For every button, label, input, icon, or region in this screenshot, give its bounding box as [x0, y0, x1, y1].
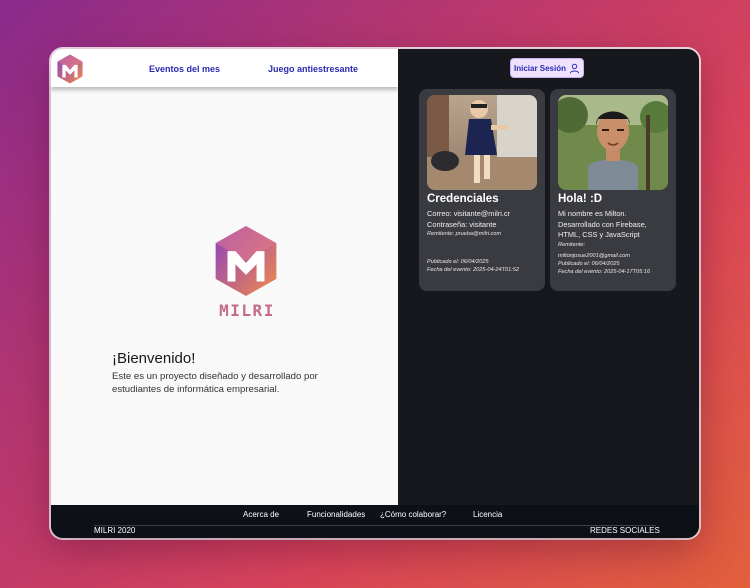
event-card[interactable]: Credenciales Correo: visitante@milri.cr … [419, 89, 545, 291]
nav-link-juego[interactable]: Juego antiestresante [268, 64, 358, 74]
right-panel: Iniciar Sesión Credenciales Correo: visi… [398, 49, 699, 505]
footer-copyright: MILRI 2020 [94, 526, 136, 535]
card-sender: miltonjosue2001@gmail.com [558, 252, 630, 259]
card-line: Contraseña: visitante [427, 219, 497, 229]
card-event-date: Fecha del evento: 2025-04-24T01:52 [427, 267, 520, 274]
welcome-title: ¡Bienvenido! [112, 350, 196, 367]
event-card-body: Mi nombre es Milton. Desarrollado con Fi… [558, 209, 672, 276]
card-line: HTML, CSS y JavaScript [558, 230, 640, 240]
brand-name: MILRI [219, 301, 275, 320]
card-published: Publicado el: 06/04/2025 [427, 259, 489, 266]
footer: Acerca de Funcionalidades ¿Cómo colabora… [51, 505, 699, 538]
app-window: Eventos del mes Juego antiestresante MIL… [51, 49, 699, 538]
nav-link-eventos[interactable]: Eventos del mes [149, 64, 220, 74]
card-published: Publicado el: 06/04/2025 [558, 260, 620, 267]
card-sender: Remitente: prueba@milri.com [427, 231, 502, 238]
event-card-photo [558, 95, 668, 190]
top-navbar: Eventos del mes Juego antiestresante [51, 49, 398, 87]
event-card-photo [427, 95, 537, 190]
card-line: Desarrollado con Firebase, [558, 219, 647, 229]
user-icon [569, 63, 580, 73]
event-card-title: Credenciales [427, 193, 499, 205]
welcome-text: Este es un proyecto diseñado y desarroll… [112, 371, 318, 395]
footer-social[interactable]: REDES SOCIALES [590, 526, 660, 535]
footer-link-funcionalidades[interactable]: Funcionalidades [307, 510, 365, 519]
event-card[interactable]: Hola! :D Mi nombre es Milton. Desarrolla… [550, 89, 676, 291]
card-event-date: Fecha del evento: 2025-04-17T05:16 [558, 268, 651, 275]
login-label: Iniciar Sesión [513, 63, 567, 73]
event-card-title: Hola! :D [558, 193, 603, 205]
milri-hero-logo [215, 226, 277, 296]
footer-link-colaborar[interactable]: ¿Cómo colaborar? [380, 510, 446, 519]
footer-divider [94, 525, 656, 526]
footer-link-acerca[interactable]: Acerca de [243, 510, 279, 519]
card-line: Mi nombre es Milton. [558, 209, 627, 218]
card-line: Correo: visitante@milri.cr [427, 209, 511, 218]
event-card-body: Correo: visitante@milri.cr Contraseña: v… [427, 209, 541, 274]
milri-logo-icon[interactable] [56, 54, 84, 84]
footer-link-licencia[interactable]: Licencia [473, 510, 502, 519]
card-sender-label: Remitente: [558, 241, 586, 248]
left-panel: Eventos del mes Juego antiestresante MIL… [51, 49, 398, 505]
login-button[interactable]: Iniciar Sesión [510, 58, 584, 78]
